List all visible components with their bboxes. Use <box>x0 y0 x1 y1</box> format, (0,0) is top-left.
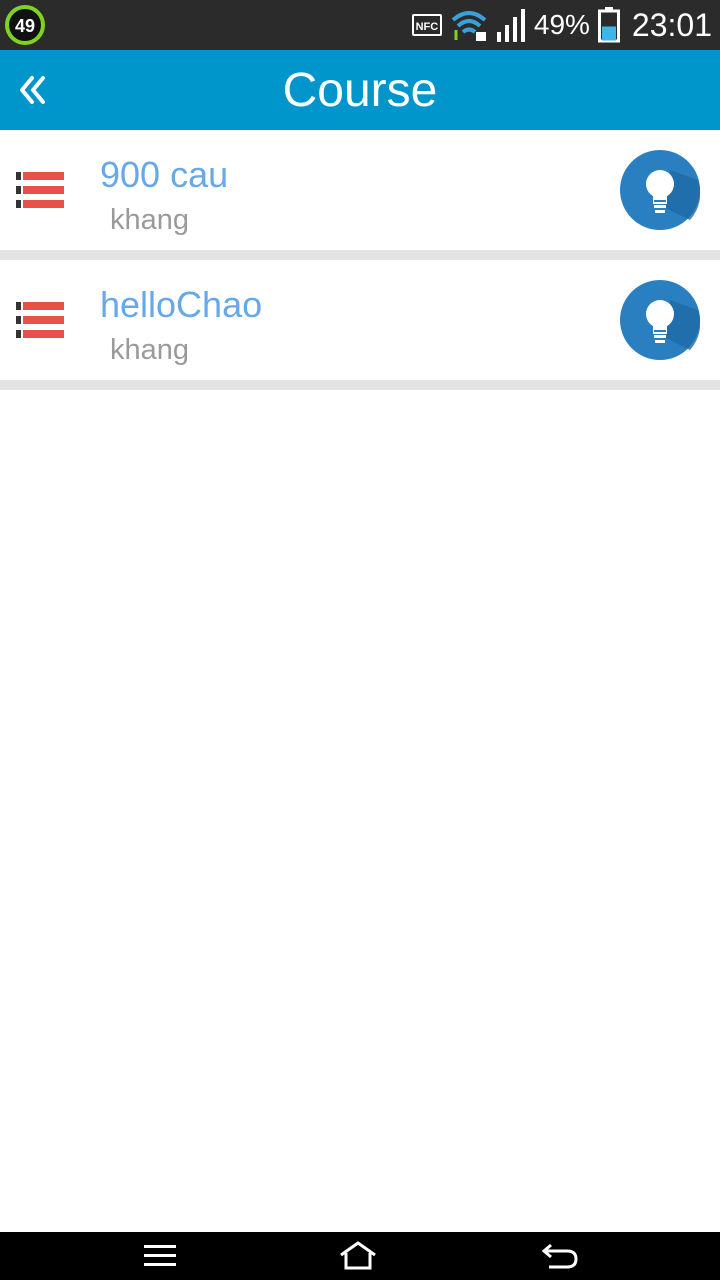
course-title: 900 cau <box>100 154 229 195</box>
signal-icon <box>496 9 525 42</box>
course-author: khang <box>110 334 190 366</box>
page-title: Course <box>282 64 438 117</box>
back-button[interactable] <box>10 68 54 112</box>
double-chevron-left-icon <box>20 76 45 104</box>
back-icon <box>541 1243 578 1269</box>
navigation-bar <box>0 1232 720 1280</box>
svg-text:49: 49 <box>15 16 35 36</box>
lightbulb-icon[interactable] <box>620 280 700 360</box>
home-icon <box>340 1241 376 1270</box>
notification-badge-icon: 49 <box>5 5 45 45</box>
menu-button[interactable] <box>140 1240 180 1272</box>
nfc-icon: NFC <box>411 14 442 36</box>
wifi-icon <box>451 11 487 41</box>
menu-icon <box>144 1245 176 1266</box>
list-icon <box>16 172 64 208</box>
list-icon <box>16 302 64 338</box>
battery-icon <box>597 7 620 43</box>
course-list: 900 cau khang helloChao khang <box>0 130 720 390</box>
clock: 23:01 <box>631 6 712 43</box>
list-item[interactable]: 900 cau khang <box>0 130 720 260</box>
course-title: helloChao <box>100 284 263 325</box>
home-button[interactable] <box>338 1240 378 1272</box>
app-bar: Course <box>0 50 720 130</box>
course-author: khang <box>110 204 190 236</box>
lightbulb-icon[interactable] <box>620 150 700 230</box>
battery-percent: 49% <box>533 9 590 40</box>
list-item[interactable]: helloChao khang <box>0 260 720 390</box>
system-back-button[interactable] <box>540 1240 580 1272</box>
status-bar: 49 NFC 49% 23:01 <box>0 0 720 50</box>
